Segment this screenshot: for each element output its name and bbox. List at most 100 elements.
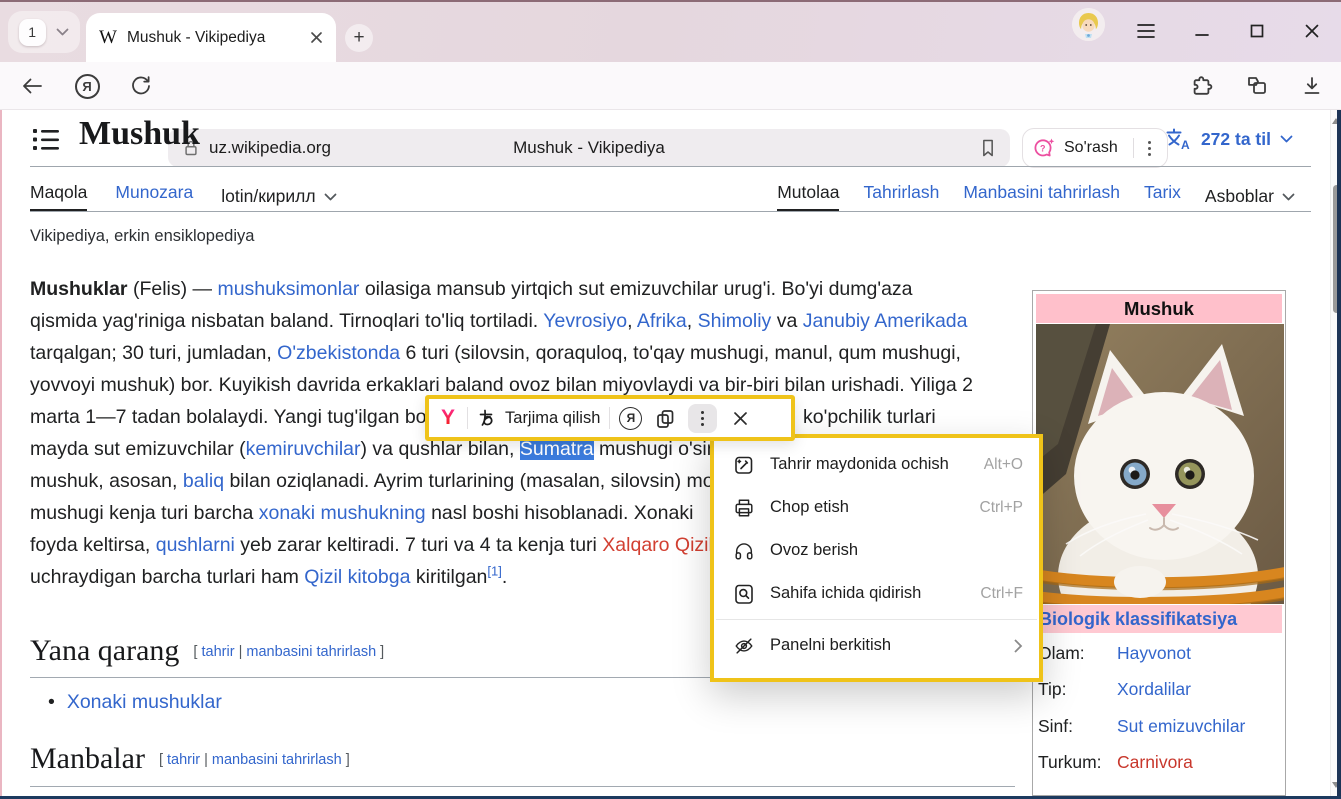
edit-source-link[interactable]: manbasini tahrirlash — [246, 644, 376, 660]
wiki-link[interactable]: Xonaki mushuklar — [67, 691, 222, 713]
page-title: Mushuk — [79, 115, 200, 153]
tab-manbasini-tahrirlash[interactable]: Manbasini tahrirlash — [963, 182, 1120, 211]
see-also-list-item: •Xonaki mushuklar — [48, 691, 222, 714]
extensions-button[interactable] — [1188, 72, 1216, 100]
site-subtitle: Vikipediya, erkin ensiklopediya — [30, 227, 254, 246]
selection-popup-toolbar: Y Tarjima qilish Я — [425, 395, 795, 441]
menu-item-read-aloud[interactable]: Ovoz berish — [714, 529, 1039, 572]
edit-section-links: [ tahrir | manbasini tahrirlash ] — [159, 752, 350, 768]
wiki-link[interactable]: Yevrosiyo — [543, 310, 627, 332]
menu-item-print[interactable]: Chop etish Ctrl+P — [714, 486, 1039, 529]
edit-link[interactable]: tahrir — [201, 644, 234, 660]
taxobox-row: Sinf:Sut emizuvchilar — [1035, 708, 1283, 745]
red-link[interactable]: Carnivora — [1117, 752, 1193, 773]
browser-menu-button[interactable] — [1129, 14, 1163, 48]
translate-button[interactable]: Tarjima qilish — [477, 408, 600, 428]
wiki-link[interactable]: baliq — [183, 470, 224, 492]
eye-off-icon — [733, 635, 755, 657]
new-tab-button[interactable]: + — [345, 24, 373, 52]
wiki-link[interactable]: Hayvonot — [1117, 643, 1191, 664]
menu-item-hide-panel[interactable]: Panelni berkitish — [714, 624, 1039, 667]
tab-bar: 1 W Mushuk - Vikipediya + — [0, 0, 1341, 62]
more-options-button[interactable] — [688, 404, 717, 433]
maximize-button[interactable] — [1240, 14, 1274, 48]
tab-tarix[interactable]: Tarix — [1144, 182, 1181, 211]
ask-ai-button[interactable]: ? So'rash — [1022, 128, 1168, 168]
avatar-girl-icon — [1072, 8, 1105, 41]
tab-asboblar[interactable]: Asboblar — [1205, 182, 1295, 211]
tab-script-variant[interactable]: lotin/кирилл — [221, 182, 336, 211]
namespace-tabs: Maqola Munozara lotin/кирилл — [30, 182, 337, 211]
section-divider — [30, 786, 1015, 787]
window-edge — [0, 110, 2, 796]
close-popup-button[interactable] — [726, 404, 754, 432]
tab-counter-button[interactable]: 1 — [8, 11, 80, 53]
downloads-button[interactable] — [1298, 72, 1326, 100]
wiki-link[interactable]: Qizil kitobga — [304, 566, 410, 588]
view-tabs: Mutolaa Tahrirlash Manbasini tahrirlash … — [777, 182, 1295, 211]
reference-link[interactable]: [1] — [487, 564, 501, 579]
copy-button[interactable] — [651, 404, 679, 432]
chevron-down-icon — [56, 28, 69, 36]
wiki-link[interactable]: mushuksimonlar — [217, 278, 359, 300]
ask-ai-more-icon[interactable] — [1142, 141, 1157, 156]
wiki-link[interactable]: Shimoliy — [698, 310, 772, 332]
window-edge — [1337, 110, 1341, 799]
minimize-icon — [1194, 23, 1210, 39]
contents-toggle-button[interactable] — [33, 128, 59, 156]
refresh-icon — [130, 75, 152, 97]
back-button[interactable] — [18, 72, 46, 100]
chevron-down-icon — [324, 193, 337, 201]
tab-munozara[interactable]: Munozara — [115, 182, 193, 211]
wikipedia-favicon: W — [99, 27, 117, 49]
chevron-down-icon — [1280, 135, 1293, 143]
tab-tahrirlash[interactable]: Tahrirlash — [863, 182, 939, 211]
edit-link[interactable]: tahrir — [167, 752, 200, 768]
tab-close-icon[interactable] — [310, 31, 323, 44]
wiki-link[interactable]: Janubiy Amerikada — [803, 310, 968, 332]
browser-tab[interactable]: W Mushuk - Vikipediya — [86, 13, 336, 62]
menu-item-find-in-page[interactable]: Sahifa ichida qidirish Ctrl+F — [714, 572, 1039, 615]
tab-mutolaa[interactable]: Mutolaa — [777, 182, 839, 211]
wiki-link[interactable]: O'zbekistonda — [277, 342, 400, 364]
wiki-link[interactable]: qushlarni — [156, 534, 235, 556]
browser-toolbar: Я uz.wikipedia.org Mushuk - Vikipediya ?… — [0, 62, 1341, 110]
yandex-logo-icon: Y — [438, 406, 458, 430]
popup-options-menu: Tahrir maydonida ochish Alt+O Chop etish… — [710, 434, 1043, 682]
submenu-chevron-icon — [1013, 638, 1023, 654]
yandex-search-button[interactable]: Я — [619, 407, 642, 430]
window-edge — [0, 0, 1341, 2]
tab-maqola[interactable]: Maqola — [30, 182, 87, 211]
address-bar[interactable]: uz.wikipedia.org Mushuk - Vikipediya — [168, 129, 1010, 167]
wiki-link[interactable]: Xordalilar — [1117, 679, 1191, 700]
taxobox-row: Olam:Hayvonot — [1035, 635, 1283, 672]
cat-photo — [1036, 324, 1282, 604]
refresh-button[interactable] — [127, 72, 155, 100]
menu-divider — [716, 619, 1037, 620]
taxobox-row: Tip:Xordalilar — [1035, 672, 1283, 709]
tab-title: Mushuk - Vikipediya — [127, 29, 300, 47]
puzzle-icon — [1190, 74, 1214, 98]
url-text: uz.wikipedia.org — [209, 138, 331, 158]
taxobox-classification-header[interactable]: Biologik klassifikatsiya — [1036, 605, 1282, 633]
profile-avatar[interactable] — [1072, 8, 1105, 41]
window-close-button[interactable] — [1295, 14, 1329, 48]
shortcut-label: Ctrl+P — [980, 499, 1024, 517]
back-arrow-icon — [20, 76, 44, 96]
wiki-link[interactable]: kemiruvchilar — [246, 438, 361, 460]
minimize-button[interactable] — [1185, 14, 1219, 48]
menu-item-open-in-editor[interactable]: Tahrir maydonida ochish Alt+O — [714, 443, 1039, 486]
language-count-label: 272 ta til — [1201, 129, 1271, 150]
wiki-link[interactable]: Afrika — [637, 310, 687, 332]
language-selector[interactable]: A 272 ta til — [1164, 127, 1293, 151]
header-divider — [30, 166, 1311, 167]
wiki-link[interactable]: Sut emizuvchilar — [1117, 716, 1245, 737]
selected-text[interactable]: Sumatra — [520, 438, 594, 460]
wiki-link[interactable]: xonaki mushukning — [259, 502, 426, 524]
edit-source-link[interactable]: manbasini tahrirlash — [212, 752, 342, 768]
find-in-page-icon — [733, 583, 755, 605]
bookmark-icon[interactable] — [978, 136, 998, 160]
tab-groups-button[interactable] — [1243, 72, 1271, 100]
maximize-icon — [1249, 23, 1265, 39]
yandex-home-button[interactable]: Я — [73, 72, 101, 100]
